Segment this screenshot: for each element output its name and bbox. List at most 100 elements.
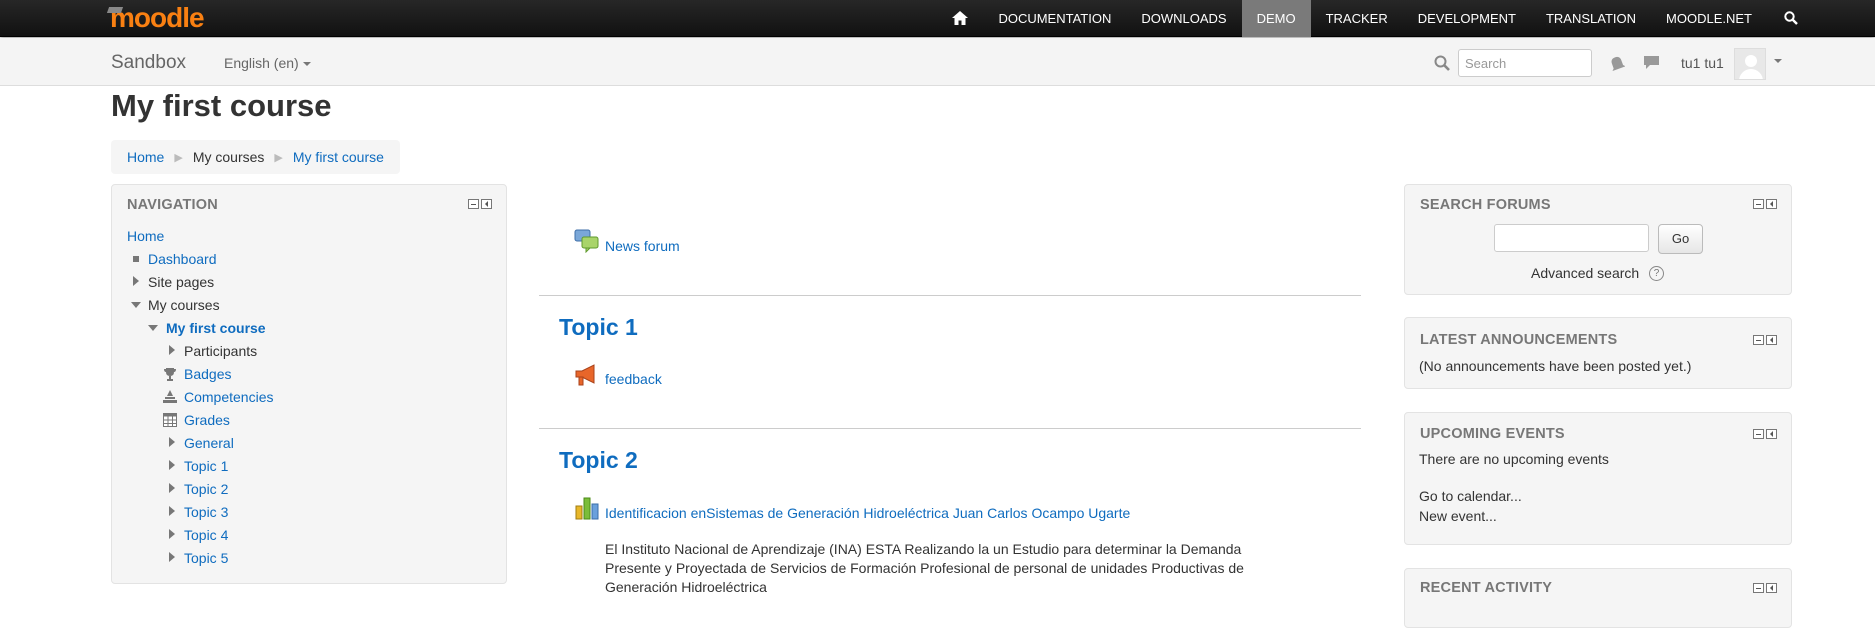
top-search-button[interactable]: [1767, 0, 1815, 37]
competencies-icon: [163, 390, 177, 403]
grades-table-icon: [163, 413, 177, 427]
moodle-logo[interactable]: moodle: [106, 2, 205, 34]
breadcrumb-my-first-course[interactable]: My first course: [293, 149, 384, 165]
go-to-calendar-link[interactable]: Go to calendar...: [1419, 488, 1522, 504]
nav-item-translation[interactable]: TRANSLATION: [1531, 0, 1651, 37]
choice-chart-icon: [575, 497, 599, 520]
section-title-topic-1[interactable]: Topic 1: [559, 314, 638, 341]
nav-item-documentation[interactable]: DOCUMENTATION: [983, 0, 1126, 37]
dock-block-icon[interactable]: [1766, 583, 1777, 593]
dock-block-icon[interactable]: [1766, 199, 1777, 209]
nav-item-competencies[interactable]: Competencies: [184, 389, 274, 405]
section-divider: [539, 295, 1361, 296]
top-nav-menu: DOCUMENTATION DOWNLOADS DEMO TRACKER DEV…: [937, 0, 1875, 37]
breadcrumb-home[interactable]: Home: [127, 149, 164, 165]
nav-item-dashboard[interactable]: Dashboard: [148, 251, 217, 267]
notifications-bell-icon[interactable]: [1609, 55, 1625, 71]
expand-icon[interactable]: [169, 552, 175, 562]
home-icon: [952, 11, 969, 25]
site-name-link[interactable]: Sandbox: [111, 52, 186, 74]
expand-icon[interactable]: [169, 345, 175, 355]
nav-item-moodle-net[interactable]: MOODLE.NET: [1651, 0, 1767, 37]
user-name[interactable]: tu1 tu1: [1681, 55, 1724, 71]
avatar[interactable]: [1734, 48, 1766, 80]
minimize-block-icon[interactable]: [468, 199, 479, 209]
activity-choice[interactable]: Identificacion enSistemas de Generación …: [605, 505, 1130, 521]
nav-item-topic-4[interactable]: Topic 4: [184, 527, 228, 543]
latest-announcements-block: LATEST ANNOUNCEMENTS: [1404, 317, 1792, 389]
block-controls: [468, 199, 492, 209]
nav-item-topic-3[interactable]: Topic 3: [184, 504, 228, 520]
messages-icon[interactable]: [1643, 55, 1660, 70]
nav-item-demo[interactable]: DEMO: [1241, 0, 1311, 37]
trophy-icon: [164, 368, 176, 381]
dock-block-icon[interactable]: [1766, 335, 1777, 345]
advanced-search-link[interactable]: Advanced search: [1531, 265, 1639, 281]
nav-item-my-courses[interactable]: My courses: [148, 297, 220, 313]
expand-icon[interactable]: [169, 437, 175, 447]
nav-item-home[interactable]: Home: [127, 228, 164, 244]
expand-icon[interactable]: [133, 276, 139, 286]
feedback-megaphone-icon: [575, 364, 595, 386]
minimize-block-icon[interactable]: [1753, 583, 1764, 593]
new-event-link[interactable]: New event...: [1419, 508, 1497, 524]
activity-feedback[interactable]: feedback: [605, 371, 662, 387]
upcoming-events-block: UPCOMING EVENTS: [1404, 412, 1792, 545]
forum-icon: [574, 229, 599, 253]
breadcrumb: Home ▶ My courses ▶ My first course: [111, 140, 400, 174]
go-button[interactable]: Go: [1658, 224, 1703, 254]
home-nav-button[interactable]: [937, 0, 983, 37]
minimize-block-icon[interactable]: [1753, 335, 1764, 345]
logo-cap-icon: [106, 7, 124, 13]
dock-block-icon[interactable]: [481, 199, 492, 209]
search-forums-input[interactable]: [1494, 224, 1649, 252]
page-title: My first course: [111, 88, 332, 123]
nav-item-site-pages[interactable]: Site pages: [148, 274, 214, 290]
block-controls: [1753, 583, 1777, 593]
nav-item-my-first-course[interactable]: My first course: [166, 320, 266, 336]
block-title: NAVIGATION: [127, 197, 218, 213]
navigation-block: NAVIGATION: [111, 184, 507, 584]
search-icon[interactable]: [1434, 55, 1450, 71]
breadcrumb-separator-icon: ▶: [174, 151, 183, 164]
language-label: English (en): [224, 55, 299, 71]
recent-activity-block: RECENT ACTIVITY: [1404, 568, 1792, 628]
announcements-empty-text: (No announcements have been posted yet.): [1419, 358, 1692, 374]
block-title: LATEST ANNOUNCEMENTS: [1420, 332, 1618, 348]
user-menu-chevron-down-icon[interactable]: [1774, 59, 1782, 63]
section-title-topic-2[interactable]: Topic 2: [559, 447, 638, 474]
search-input[interactable]: [1458, 49, 1592, 77]
minimize-block-icon[interactable]: [1753, 429, 1764, 439]
nav-item-topic-2[interactable]: Topic 2: [184, 481, 228, 497]
bullet-icon: [133, 256, 139, 262]
block-title: RECENT ACTIVITY: [1420, 580, 1553, 596]
collapse-icon[interactable]: [131, 302, 141, 308]
nav-item-badges[interactable]: Badges: [184, 366, 231, 382]
nav-item-topic-5[interactable]: Topic 5: [184, 550, 228, 566]
nav-item-participants[interactable]: Participants: [184, 343, 257, 359]
block-controls: [1753, 199, 1777, 209]
top-navbar: moodle DOCUMENTATION DOWNLOADS DEMO TRAC…: [0, 0, 1875, 37]
nav-item-development[interactable]: DEVELOPMENT: [1403, 0, 1531, 37]
activity-description: El Instituto Nacional de Aprendizaje (IN…: [605, 541, 1244, 595]
nav-item-topic-1[interactable]: Topic 1: [184, 458, 228, 474]
expand-icon[interactable]: [169, 483, 175, 493]
collapse-icon[interactable]: [148, 325, 158, 331]
site-header: Sandbox English (en) tu1 tu1: [0, 38, 1875, 86]
minimize-block-icon[interactable]: [1753, 199, 1764, 209]
chevron-down-icon: [302, 62, 311, 67]
activity-news-forum[interactable]: News forum: [605, 238, 680, 254]
nav-item-tracker[interactable]: TRACKER: [1311, 0, 1403, 37]
breadcrumb-my-courses: My courses: [192, 149, 265, 165]
block-controls: [1753, 335, 1777, 345]
expand-icon[interactable]: [169, 460, 175, 470]
dock-block-icon[interactable]: [1766, 429, 1777, 439]
nav-item-general[interactable]: General: [184, 435, 234, 451]
help-icon[interactable]: ?: [1649, 266, 1664, 281]
block-title: SEARCH FORUMS: [1420, 197, 1551, 213]
expand-icon[interactable]: [169, 529, 175, 539]
language-menu[interactable]: English (en): [224, 55, 311, 71]
nav-item-downloads[interactable]: DOWNLOADS: [1126, 0, 1241, 37]
nav-item-grades[interactable]: Grades: [184, 412, 230, 428]
expand-icon[interactable]: [169, 506, 175, 516]
